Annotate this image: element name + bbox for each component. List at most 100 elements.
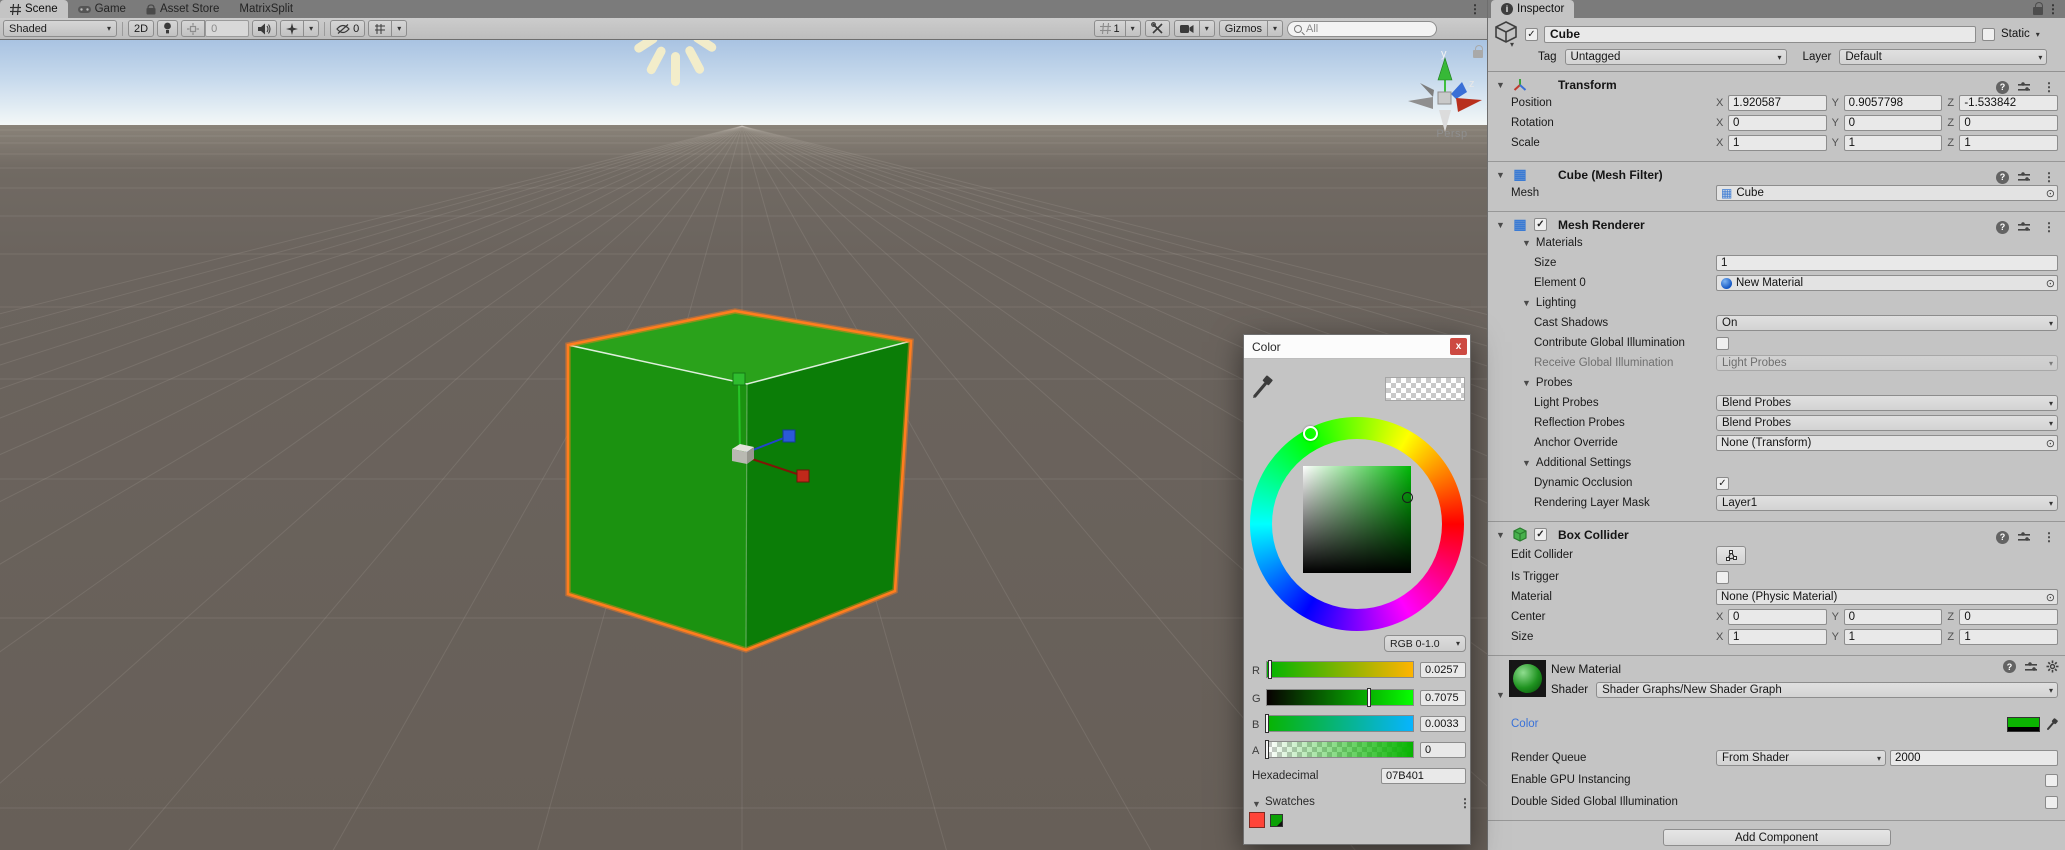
g-value-field[interactable]: 0.7075 bbox=[1420, 690, 1466, 706]
reflection-probes-dropdown[interactable]: Blend Probes▾ bbox=[1716, 415, 2058, 431]
material-preview[interactable] bbox=[1509, 660, 1546, 697]
mesh-renderer-header[interactable]: ▼ ▦ ✓ Mesh Renderer ?⋮ bbox=[1488, 214, 2065, 235]
is-trigger-checkbox[interactable] bbox=[1716, 571, 1729, 584]
materials-foldout[interactable]: ▼ Materials bbox=[1488, 235, 2065, 251]
grid-snap-button[interactable]: 1 bbox=[1094, 20, 1126, 37]
eyedropper-small-icon[interactable] bbox=[2046, 718, 2058, 731]
scene-lighting-button[interactable] bbox=[157, 20, 178, 37]
materials-size-field[interactable]: 1 bbox=[1716, 255, 2058, 271]
r-slider-handle[interactable] bbox=[1268, 660, 1272, 679]
mesh-filter-header[interactable]: ▼ ▦ Cube (Mesh Filter) ?⋮ bbox=[1488, 164, 2065, 185]
render-queue-field[interactable]: 2000 bbox=[1890, 750, 2058, 766]
transform-header[interactable]: ▼ Transform ? ⋮ bbox=[1488, 74, 2065, 95]
preset-icon[interactable] bbox=[2025, 662, 2037, 672]
layer-dropdown[interactable]: Default ▾ bbox=[1839, 49, 2047, 65]
swatches-foldout-icon[interactable]: ▼ bbox=[1252, 799, 1261, 809]
help-icon[interactable]: ? bbox=[1996, 171, 2009, 184]
a-slider[interactable] bbox=[1266, 741, 1414, 758]
foldout-icon[interactable]: ▼ bbox=[1496, 80, 1505, 90]
b-slider[interactable] bbox=[1266, 715, 1414, 732]
collider-size-z-field[interactable]: 1 bbox=[1959, 629, 2058, 645]
gizmos-dropdown[interactable]: ▾ bbox=[1268, 20, 1283, 37]
gizmos-button[interactable]: Gizmos bbox=[1219, 20, 1268, 37]
kebab-menu-icon[interactable]: ⋮ bbox=[2039, 168, 2059, 186]
rotation-y-field[interactable]: 0 bbox=[1844, 115, 1943, 131]
2d-toggle-button[interactable]: 2D bbox=[128, 20, 154, 37]
tab-scene[interactable]: Scene bbox=[0, 0, 68, 18]
position-x-field[interactable]: 1.920587 bbox=[1728, 95, 1827, 111]
hidden-objects-button[interactable]: 0 bbox=[330, 20, 365, 37]
help-icon[interactable]: ? bbox=[1996, 531, 2009, 544]
center-y-field[interactable]: 0 bbox=[1844, 609, 1943, 625]
rendering-layer-mask-dropdown[interactable]: Layer1▾ bbox=[1716, 495, 2058, 511]
camera-dropdown[interactable]: ▾ bbox=[1200, 20, 1215, 37]
scene-panel-menu-icon[interactable]: ⋮ bbox=[1465, 0, 1485, 18]
dynamic-occlusion-checkbox[interactable]: ✓ bbox=[1716, 477, 1729, 490]
active-checkbox[interactable]: ✓ bbox=[1525, 28, 1538, 41]
probes-foldout[interactable]: ▼ Probes bbox=[1488, 375, 2065, 391]
static-dropdown-icon[interactable]: ▾ bbox=[2036, 30, 2040, 39]
collider-size-y-field[interactable]: 1 bbox=[1844, 629, 1943, 645]
name-field[interactable]: Cube bbox=[1544, 26, 1976, 43]
collider-size-x-field[interactable]: 1 bbox=[1728, 629, 1827, 645]
additional-settings-foldout[interactable]: ▼ Additional Settings bbox=[1488, 455, 2065, 471]
help-icon[interactable]: ? bbox=[1996, 81, 2009, 94]
material-foldout-icon[interactable]: ▼ bbox=[1496, 690, 1505, 700]
help-icon[interactable]: ? bbox=[1996, 221, 2009, 234]
a-value-field[interactable]: 0 bbox=[1420, 742, 1466, 758]
kebab-menu-icon[interactable]: ⋮ bbox=[2039, 218, 2059, 236]
saturation-value-box[interactable] bbox=[1303, 466, 1411, 573]
dialog-titlebar[interactable]: Color x bbox=[1244, 335, 1470, 359]
shader-dropdown[interactable]: Shader Graphs/New Shader Graph ▾ bbox=[1596, 682, 2058, 698]
scale-x-field[interactable]: 1 bbox=[1728, 135, 1827, 151]
object-picker-icon[interactable]: ⊙ bbox=[2046, 187, 2055, 200]
tab-asset-store[interactable]: Asset Store bbox=[136, 0, 229, 18]
shading-mode-dropdown[interactable]: Shaded ▾ bbox=[3, 20, 117, 37]
foldout-icon[interactable]: ▼ bbox=[1496, 530, 1505, 540]
box-collider-header[interactable]: ▼ ✓ Box Collider ?⋮ bbox=[1488, 524, 2065, 545]
swatch-red[interactable] bbox=[1249, 812, 1265, 828]
tab-game[interactable]: Game bbox=[68, 0, 136, 18]
effects-dropdown-button[interactable]: ▾ bbox=[304, 20, 319, 37]
audio-toggle-button[interactable] bbox=[252, 20, 277, 37]
saturation-value-marker[interactable] bbox=[1402, 492, 1413, 503]
swatches-menu-icon[interactable]: ⋮ bbox=[1455, 794, 1475, 812]
edit-collider-button[interactable] bbox=[1716, 546, 1746, 565]
scale-y-field[interactable]: 1 bbox=[1844, 135, 1943, 151]
hue-marker[interactable] bbox=[1303, 426, 1318, 441]
gpu-instancing-checkbox[interactable] bbox=[2045, 774, 2058, 787]
gizmo-lock-icon[interactable] bbox=[1473, 50, 1483, 58]
tools-button[interactable] bbox=[1145, 20, 1170, 37]
a-slider-handle[interactable] bbox=[1265, 740, 1269, 759]
help-icon[interactable]: ? bbox=[2003, 660, 2016, 673]
r-value-field[interactable]: 0.0257 bbox=[1420, 662, 1466, 678]
grid-visibility-button[interactable] bbox=[368, 20, 392, 37]
mesh-renderer-enabled-checkbox[interactable]: ✓ bbox=[1534, 218, 1547, 231]
tab-inspector[interactable]: i Inspector bbox=[1491, 0, 1574, 18]
preset-icon[interactable] bbox=[2018, 82, 2030, 92]
b-value-field[interactable]: 0.0033 bbox=[1420, 716, 1466, 732]
selected-cube[interactable] bbox=[568, 311, 911, 650]
rotation-z-field[interactable]: 0 bbox=[1959, 115, 2058, 131]
preset-icon[interactable] bbox=[2018, 172, 2030, 182]
static-checkbox[interactable] bbox=[1982, 28, 1995, 41]
lighting-foldout[interactable]: ▼ Lighting bbox=[1488, 295, 2065, 311]
b-slider-handle[interactable] bbox=[1265, 714, 1269, 733]
add-component-button[interactable]: Add Component bbox=[1663, 829, 1891, 846]
scene-search-input[interactable]: All bbox=[1287, 21, 1437, 37]
kebab-menu-icon[interactable]: ⋮ bbox=[2039, 528, 2059, 546]
foldout-icon[interactable]: ▼ bbox=[1496, 170, 1505, 180]
g-slider[interactable] bbox=[1266, 689, 1414, 706]
box-collider-enabled-checkbox[interactable]: ✓ bbox=[1534, 528, 1547, 541]
tab-matrixsplit[interactable]: MatrixSplit bbox=[229, 0, 303, 18]
foldout-icon[interactable]: ▼ bbox=[1496, 220, 1505, 230]
r-slider[interactable] bbox=[1266, 661, 1414, 678]
preset-icon[interactable] bbox=[2018, 532, 2030, 542]
scene-camera-button[interactable] bbox=[1174, 20, 1200, 37]
render-queue-dropdown[interactable]: From Shader ▾ bbox=[1716, 750, 1886, 766]
effects-toggle-button[interactable] bbox=[280, 20, 304, 37]
material-color-swatch[interactable] bbox=[2007, 717, 2040, 732]
object-picker-icon[interactable]: ⊙ bbox=[2046, 437, 2055, 450]
close-button[interactable]: x bbox=[1450, 338, 1467, 355]
g-slider-handle[interactable] bbox=[1367, 688, 1371, 707]
